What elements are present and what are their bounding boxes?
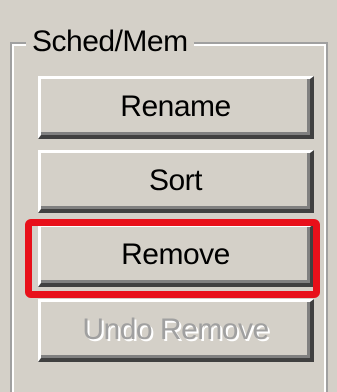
undo-remove-button: Undo Remove xyxy=(38,299,314,362)
rename-button-label: Rename xyxy=(120,90,231,123)
rename-button[interactable]: Rename xyxy=(38,76,314,139)
remove-button[interactable]: Remove xyxy=(38,224,314,287)
sort-button[interactable]: Sort xyxy=(38,150,314,213)
sort-button-label: Sort xyxy=(148,164,203,197)
undo-remove-button-label: Undo Remove xyxy=(82,313,269,346)
sched-mem-panel: Sched/Mem Rename Sort Remove Undo Remove xyxy=(0,0,337,392)
remove-button-label: Remove xyxy=(121,238,230,271)
groupbox-title: Sched/Mem xyxy=(26,22,194,62)
